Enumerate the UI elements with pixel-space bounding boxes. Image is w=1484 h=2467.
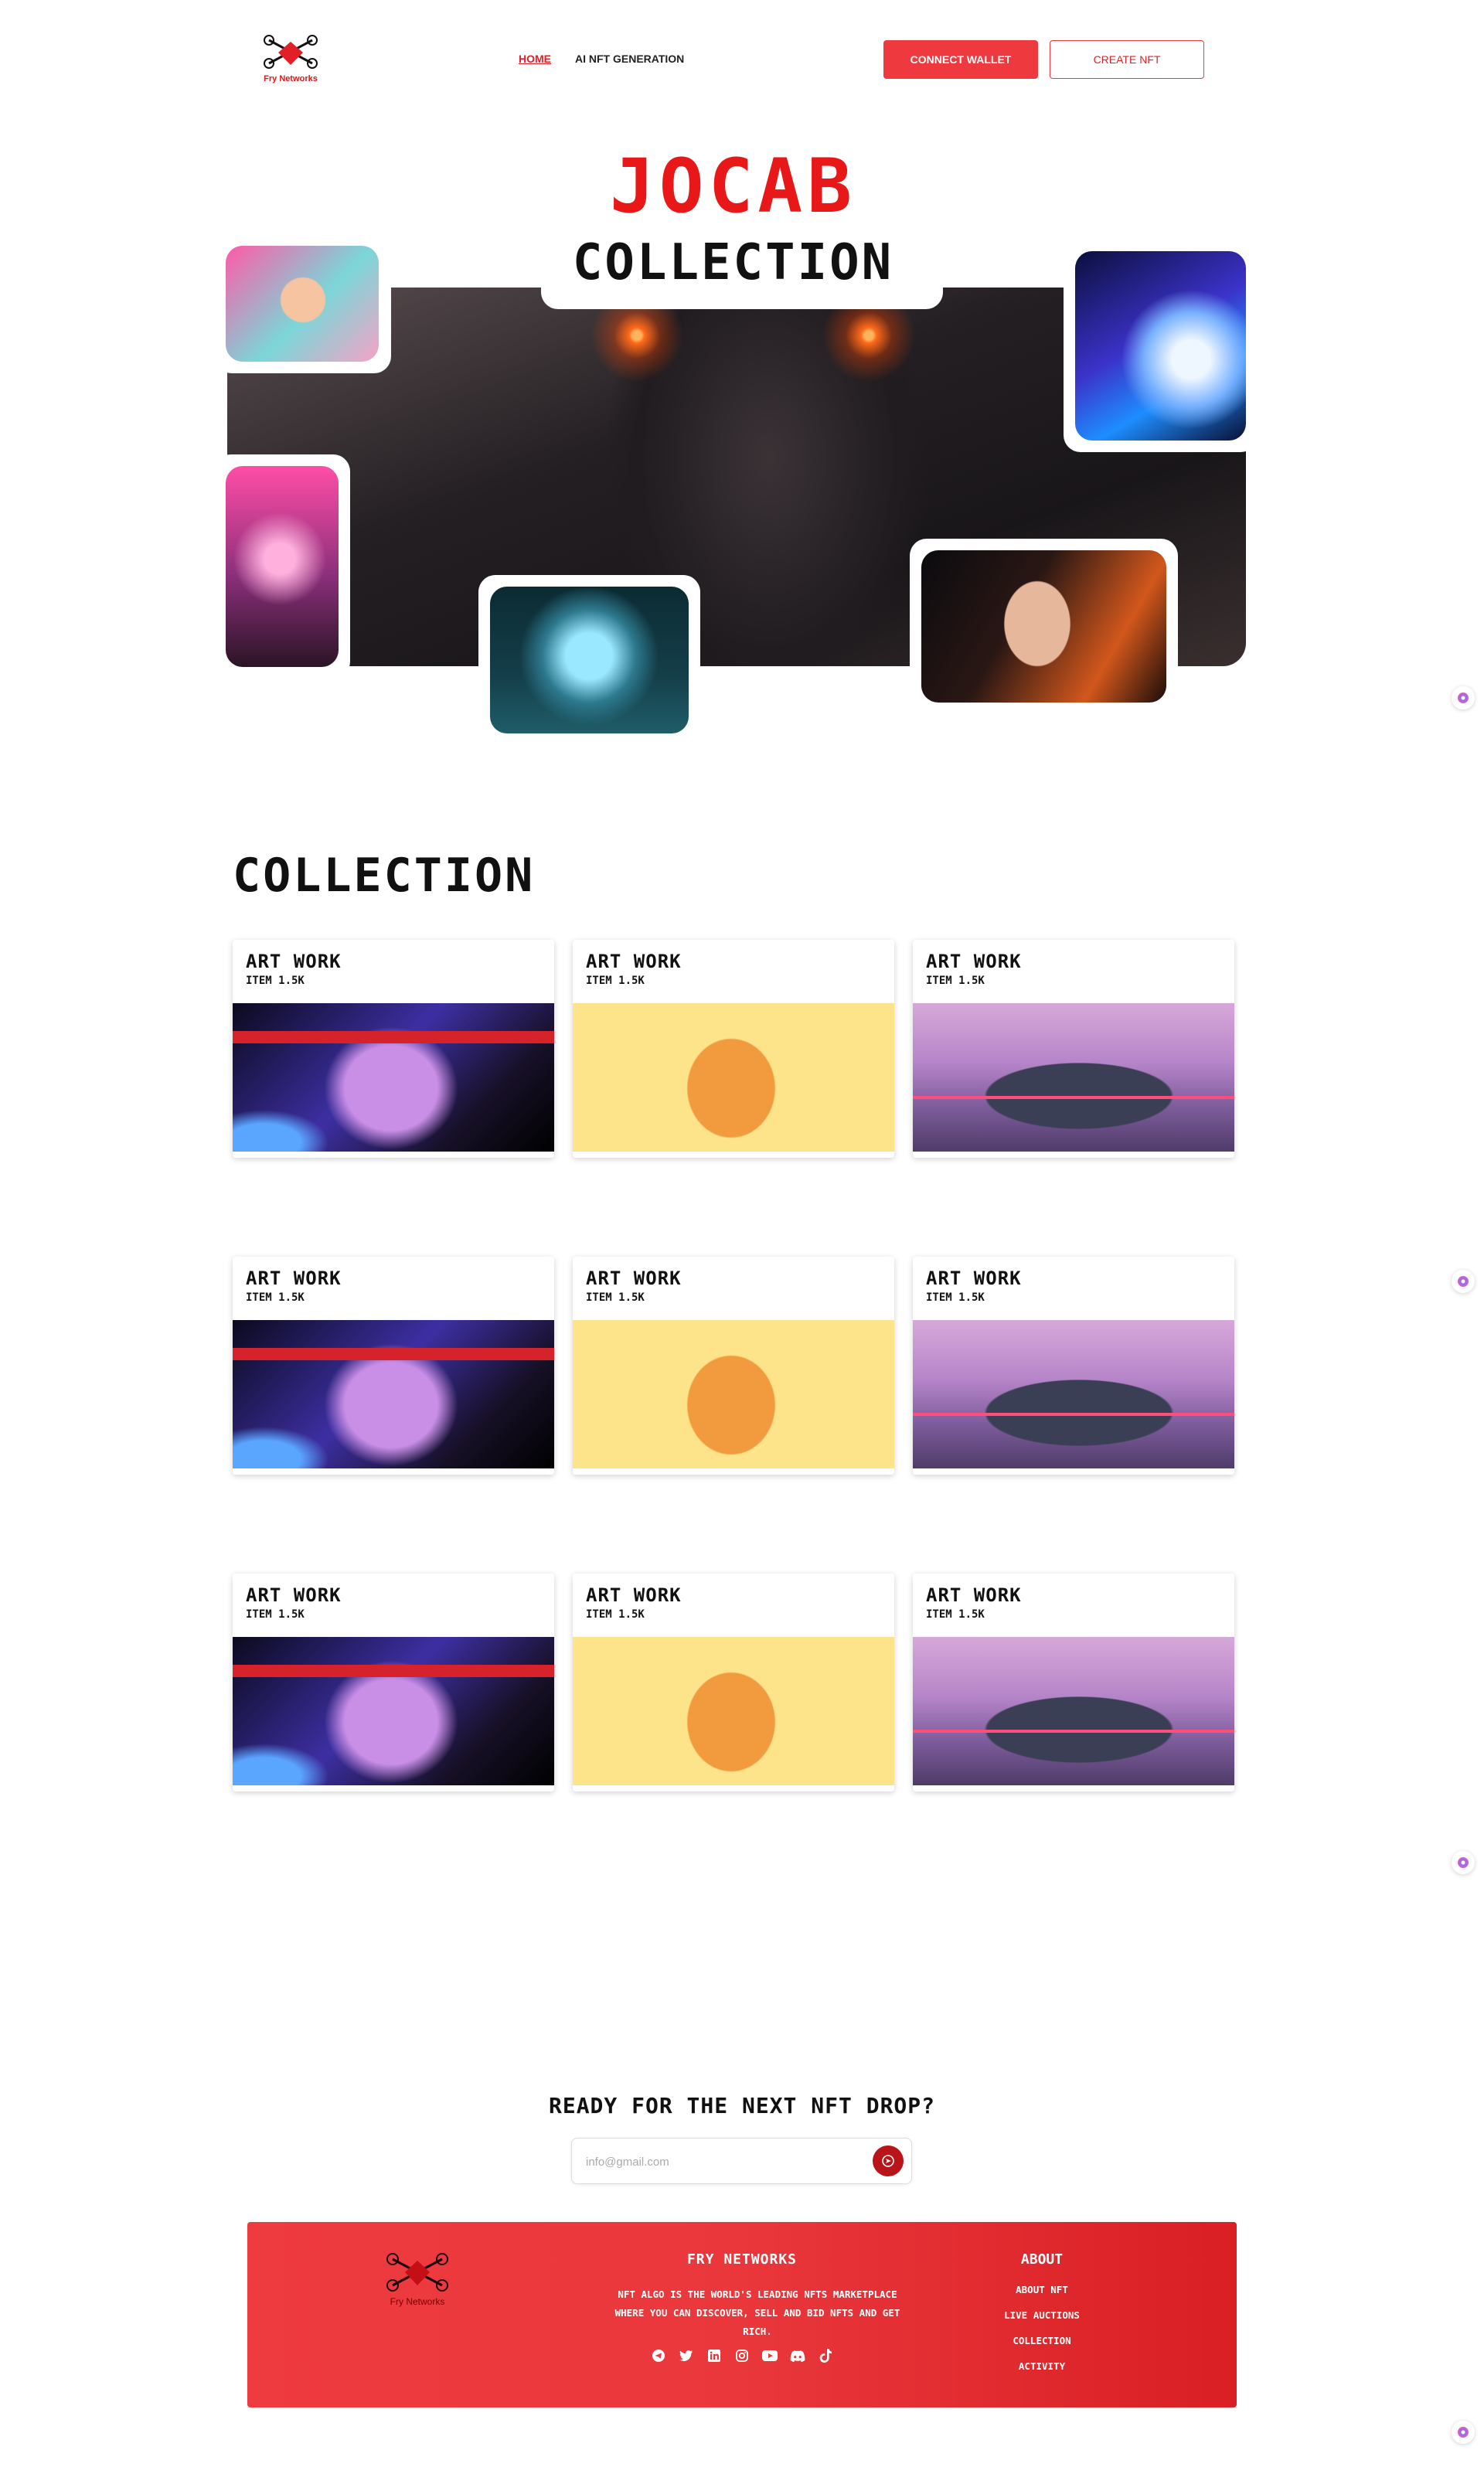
card-header: ART WORK ITEM 1.5K [913,1257,1234,1320]
card-artwork-image[interactable] [573,1637,894,1785]
footer-link-live-auctions[interactable]: LIVE AUCTIONS [1003,2302,1081,2328]
card-item-count: ITEM 1.5K [586,975,645,987]
footer-social-links [247,2347,1237,2364]
card-title: ART WORK [926,951,1022,972]
footer-logo-text: Fry Networks [390,2296,445,2307]
footer-description: NFT ALGO IS THE WORLD'S LEADING NFTS MAR… [614,2288,900,2337]
card-title: ART WORK [926,1584,1022,1606]
hero-tile-woman-portrait [921,550,1166,703]
logo-text: Fry Networks [264,74,318,83]
collection-card[interactable]: ART WORK ITEM 1.5K [913,940,1234,1158]
card-title: ART WORK [586,951,682,972]
card-header: ART WORK ITEM 1.5K [913,1574,1234,1637]
collection-card[interactable]: ART WORK ITEM 1.5K [573,1257,894,1475]
collection-card[interactable]: ART WORK ITEM 1.5K [573,1574,894,1792]
drone-logo-icon [264,35,318,69]
footer-about-title[interactable]: ABOUT [1003,2251,1081,2268]
send-arrow-icon [882,2155,894,2167]
newsletter-email-input[interactable] [584,2139,858,2185]
card-item-count: ITEM 1.5K [586,1608,645,1621]
hero-subtitle: COLLECTION [572,234,894,291]
side-widget-button[interactable] [1452,1851,1475,1874]
site-logo[interactable]: Fry Networks [260,32,322,87]
brain-icon [1458,1276,1469,1287]
hero-tile-pink-warrior [226,466,339,667]
card-item-count: ITEM 1.5K [926,1291,985,1304]
card-header: ART WORK ITEM 1.5K [233,1574,554,1637]
collection-card[interactable]: ART WORK ITEM 1.5K [913,1257,1234,1475]
brain-icon [1458,2427,1469,2438]
hero-tile-water-creature [490,587,689,733]
card-header: ART WORK ITEM 1.5K [573,1574,894,1637]
card-item-count: ITEM 1.5K [586,1291,645,1304]
card-title: ART WORK [586,1584,682,1606]
connect-wallet-button[interactable]: CONNECT WALLET [883,40,1038,79]
footer-brand: FRY NETWORKS [686,2251,798,2268]
footer-about-column: ABOUT ABOUT NFT LIVE AUCTIONS COLLECTION… [1003,2251,1081,2379]
card-header: ART WORK ITEM 1.5K [913,940,1234,1003]
card-title: ART WORK [926,1268,1022,1289]
card-title: ART WORK [586,1268,682,1289]
collection-title: COLLECTION [233,849,536,903]
youtube-icon[interactable] [761,2347,778,2364]
card-artwork-image[interactable] [233,1320,554,1468]
card-title: ART WORK [246,951,342,972]
card-artwork-image[interactable] [573,1320,894,1468]
card-item-count: ITEM 1.5K [246,1291,305,1304]
card-item-count: ITEM 1.5K [246,1608,305,1621]
card-title: ART WORK [246,1584,342,1606]
create-nft-button[interactable]: CREATE NFT [1050,40,1204,79]
brain-icon [1458,1857,1469,1868]
discord-icon[interactable] [789,2347,806,2364]
hero-title: JOCAB [610,143,856,230]
card-artwork-image[interactable] [913,1320,1234,1468]
nav-link-home[interactable]: HOME [519,53,551,65]
card-item-count: ITEM 1.5K [926,975,985,987]
card-artwork-image[interactable] [913,1003,1234,1152]
card-artwork-image[interactable] [573,1003,894,1152]
card-artwork-image[interactable] [233,1003,554,1152]
card-artwork-image[interactable] [913,1637,1234,1785]
card-item-count: ITEM 1.5K [926,1608,985,1621]
instagram-icon[interactable] [733,2347,751,2364]
collection-card[interactable]: ART WORK ITEM 1.5K [233,940,554,1158]
card-header: ART WORK ITEM 1.5K [573,940,894,1003]
newsletter-form [571,2138,912,2185]
card-header: ART WORK ITEM 1.5K [233,1257,554,1320]
tiktok-icon[interactable] [817,2347,834,2364]
collection-card[interactable]: ART WORK ITEM 1.5K [573,940,894,1158]
card-title: ART WORK [246,1268,342,1289]
footer-link-activity[interactable]: ACTIVITY [1003,2353,1081,2379]
side-widget-button[interactable] [1452,686,1475,709]
collection-card[interactable]: ART WORK ITEM 1.5K [233,1257,554,1475]
footer: Fry Networks FRY NETWORKS NFT ALGO IS TH… [247,2222,1237,2407]
side-widget-button[interactable] [1452,2421,1475,2444]
footer-link-about-nft[interactable]: ABOUT NFT [1003,2277,1081,2302]
card-item-count: ITEM 1.5K [246,975,305,987]
brain-icon [1458,692,1469,703]
card-artwork-image[interactable] [233,1637,554,1785]
card-header: ART WORK ITEM 1.5K [233,940,554,1003]
collection-card[interactable]: ART WORK ITEM 1.5K [913,1574,1234,1792]
side-widget-button[interactable] [1452,1270,1475,1293]
footer-link-collection[interactable]: COLLECTION [1003,2328,1081,2353]
telegram-icon[interactable] [650,2347,667,2364]
linkedin-icon[interactable] [706,2347,723,2364]
newsletter-submit-button[interactable] [873,2145,904,2176]
card-header: ART WORK ITEM 1.5K [573,1257,894,1320]
nav-link-ai-nft-generation[interactable]: AI NFT GENERATION [575,53,684,65]
collection-card[interactable]: ART WORK ITEM 1.5K [233,1574,554,1792]
twitter-icon[interactable] [678,2347,695,2364]
newsletter-title: READY FOR THE NEXT NFT DROP? [548,2093,935,2118]
